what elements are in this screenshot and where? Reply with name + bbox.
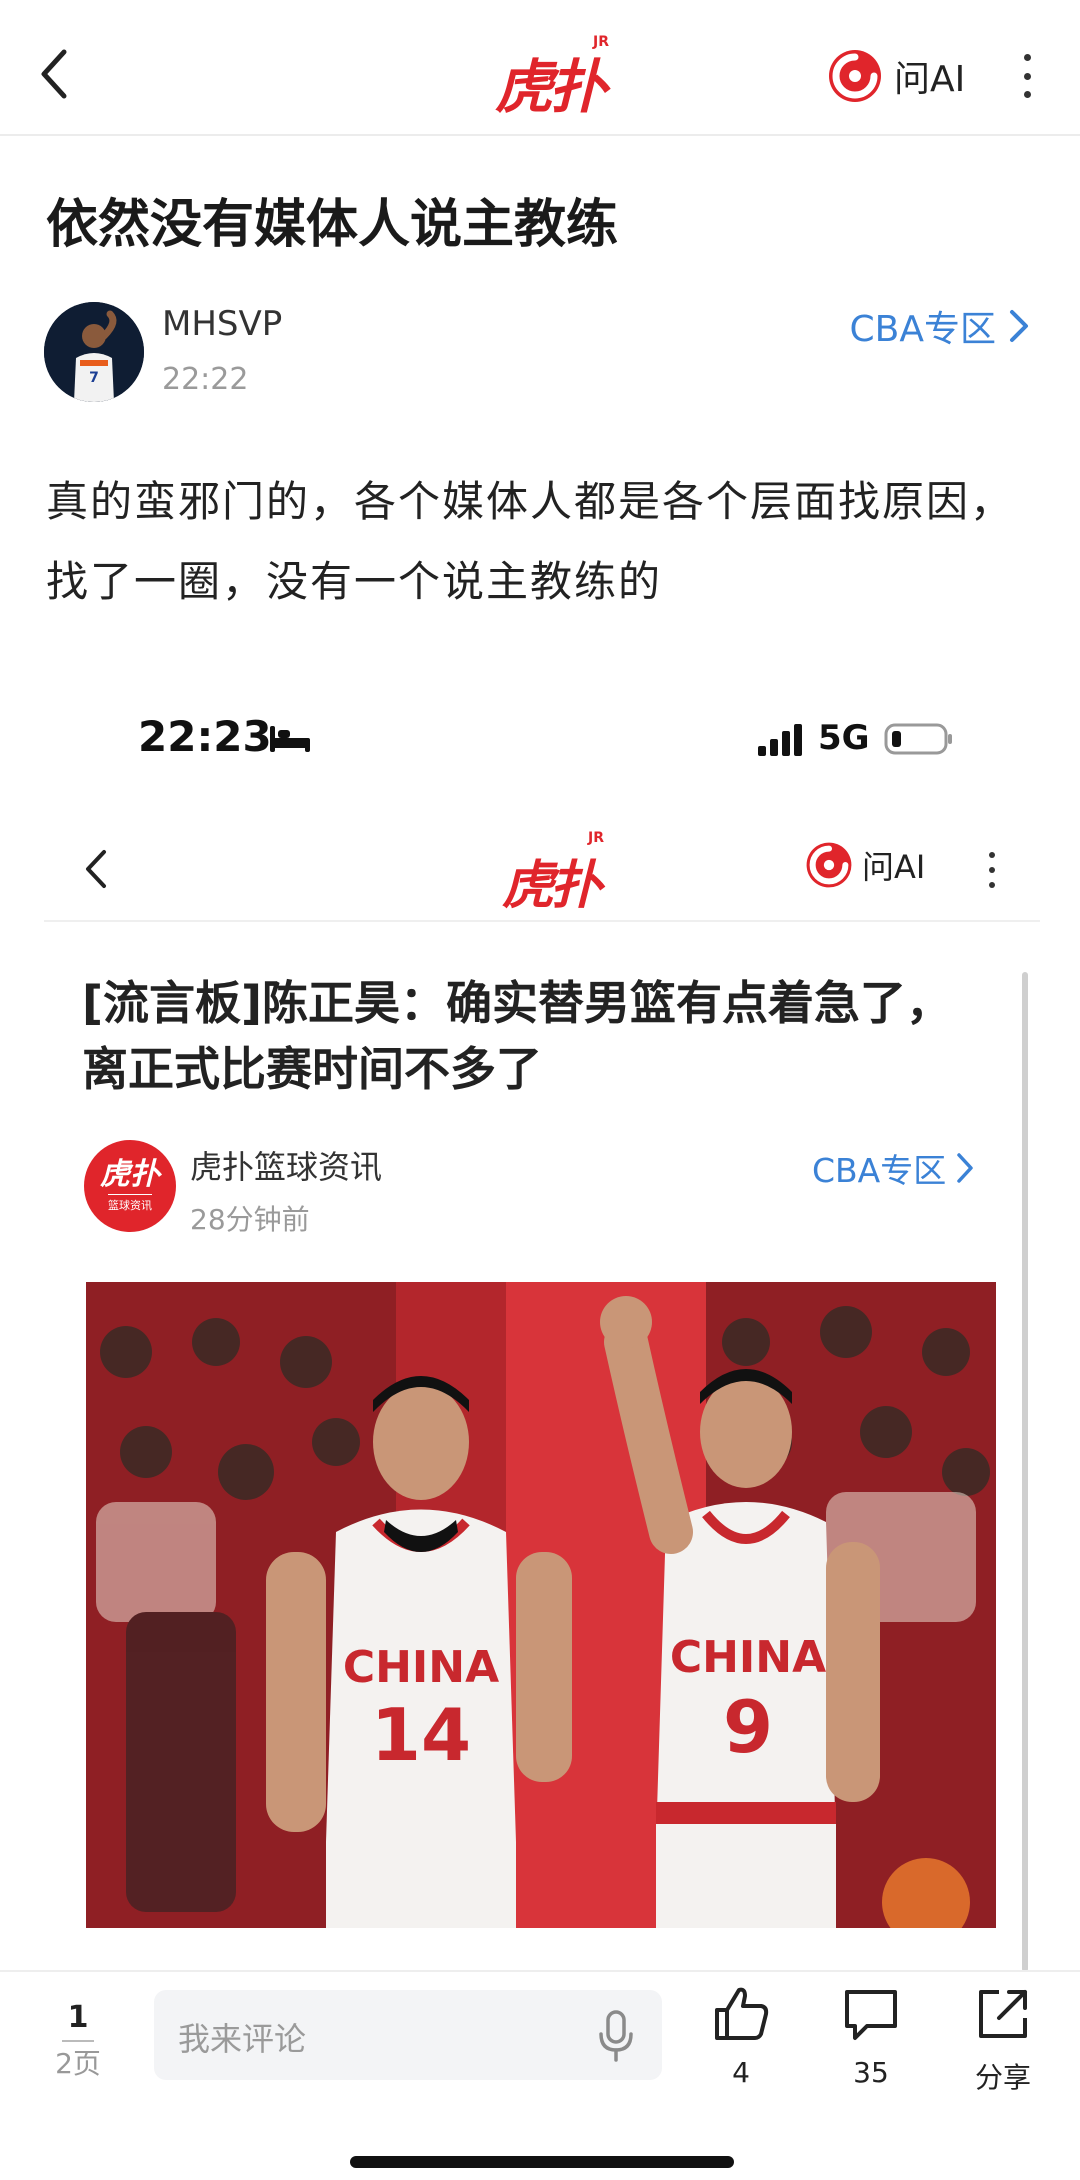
embedded-author-avatar: 虎扑 篮球资讯 bbox=[84, 1140, 176, 1232]
post-body: 真的蛮邪门的，各个媒体人都是各个层面找原因，找了一圈，没有一个说主教练的 bbox=[46, 477, 1015, 606]
player-right-team: CHINA bbox=[670, 1632, 826, 1683]
page-current[interactable]: 1 bbox=[60, 2000, 96, 2035]
embedded-cba-zone-link: CBA专区 bbox=[812, 1144, 974, 1192]
player-left-team: CHINA bbox=[343, 1642, 499, 1693]
embedded-article-title: [流言板]陈正昊：确实替男篮有点着急了，离正式比赛时间不多了 bbox=[82, 976, 953, 1096]
post-title: 依然没有媒体人说主教练 bbox=[46, 195, 619, 255]
embedded-author-name: 虎扑篮球资讯 bbox=[190, 1148, 383, 1186]
embedded-back-button bbox=[82, 848, 112, 890]
share-button[interactable]: 分享 bbox=[958, 1984, 1048, 2096]
more-menu-button[interactable] bbox=[1012, 54, 1042, 98]
signal-icon bbox=[758, 724, 802, 756]
logo-badge: JR bbox=[588, 830, 605, 846]
embedded-scrollbar bbox=[1022, 972, 1028, 1972]
article-photo: CHINA 14 CHINA 9 bbox=[86, 1282, 996, 1928]
divider bbox=[44, 920, 1040, 922]
network-label: 5G bbox=[818, 718, 870, 758]
more-dot-icon bbox=[989, 882, 995, 888]
embedded-status-time: 22:23 bbox=[138, 712, 272, 761]
comment-bubble-icon bbox=[845, 1990, 897, 2040]
comments-button[interactable]: 35 bbox=[826, 1984, 916, 2089]
author-avatar[interactable]: 7 bbox=[44, 302, 144, 402]
logo-text: 虎扑 bbox=[495, 53, 607, 121]
player-left-number: 14 bbox=[371, 1693, 471, 1777]
battery-icon bbox=[884, 723, 952, 755]
like-button[interactable]: 4 bbox=[696, 1984, 786, 2089]
more-dot-icon bbox=[1023, 54, 1031, 61]
chevron-right-icon bbox=[1010, 310, 1028, 342]
chevron-left-icon bbox=[86, 850, 106, 888]
hupu-logo: 虎扑 JR bbox=[495, 34, 609, 121]
more-dot-icon bbox=[1023, 72, 1031, 80]
comment-count: 35 bbox=[853, 2056, 889, 2089]
avatar-image: 7 bbox=[44, 302, 144, 402]
more-dot-icon bbox=[1023, 91, 1031, 98]
avatar-logo-text: 虎扑 bbox=[100, 1156, 160, 1192]
more-dot-icon bbox=[989, 852, 995, 858]
embedded-hupu-logo: 虎扑 JR bbox=[502, 830, 604, 916]
embedded-more-menu bbox=[982, 852, 1002, 888]
player-right-number: 9 bbox=[723, 1685, 773, 1769]
comment-input[interactable]: 我来评论 bbox=[154, 1990, 662, 2080]
microphone-icon[interactable] bbox=[596, 2008, 636, 2064]
ask-ai-button[interactable]: 问AI bbox=[826, 44, 965, 108]
ask-ai-logo-icon bbox=[806, 842, 852, 888]
home-indicator[interactable] bbox=[350, 2156, 734, 2168]
ask-ai-label: 问AI bbox=[894, 59, 966, 100]
logo-badge: JR bbox=[593, 34, 610, 50]
embedded-post-time: 28分钟前 bbox=[190, 1203, 310, 1236]
like-count: 4 bbox=[732, 2056, 750, 2089]
zone-label: CBA专区 bbox=[812, 1151, 947, 1190]
top-nav-bar: 虎扑 JR 问AI bbox=[0, 0, 1080, 136]
page-total[interactable]: 2页 bbox=[48, 2042, 108, 2082]
svg-text:7: 7 bbox=[89, 370, 99, 386]
ask-ai-logo-icon bbox=[829, 50, 881, 102]
cba-zone-link[interactable]: CBA专区 bbox=[850, 300, 1030, 352]
author-name[interactable]: MHSVP bbox=[162, 304, 282, 344]
zone-label: CBA专区 bbox=[849, 309, 996, 350]
bed-icon bbox=[270, 726, 310, 752]
basketball-players-image: CHINA 14 CHINA 9 bbox=[86, 1282, 996, 1928]
chevron-left-icon bbox=[41, 49, 67, 99]
ask-ai-label: 问AI bbox=[862, 848, 926, 886]
share-label: 分享 bbox=[974, 2061, 1031, 2094]
more-dot-icon bbox=[989, 867, 995, 873]
share-icon bbox=[979, 1990, 1027, 2038]
back-button[interactable] bbox=[36, 46, 76, 102]
post-time: 22:22 bbox=[162, 362, 249, 397]
avatar-subtext: 篮球资讯 bbox=[108, 1193, 152, 1213]
thumbs-up-icon bbox=[715, 1987, 769, 2040]
comment-placeholder: 我来评论 bbox=[178, 2020, 307, 2058]
chevron-right-icon bbox=[957, 1153, 974, 1183]
embedded-ask-ai: 问AI bbox=[804, 840, 925, 890]
logo-text: 虎扑 bbox=[502, 855, 602, 916]
